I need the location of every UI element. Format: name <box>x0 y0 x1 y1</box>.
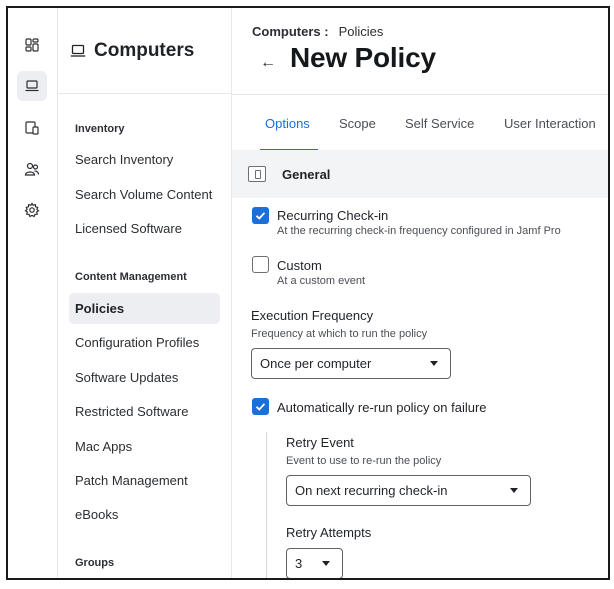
breadcrumb-parent[interactable]: Computers : <box>252 24 329 39</box>
users-icon <box>24 162 40 176</box>
retry-event-value: On next recurring check-in <box>295 483 448 498</box>
checkmark-icon <box>255 403 266 411</box>
icon-rail <box>8 8 58 578</box>
chevron-down-icon <box>510 488 518 493</box>
retry-event-label: Retry Event <box>286 435 354 450</box>
rerun-on-failure-checkbox[interactable] <box>252 398 269 415</box>
laptop-icon <box>25 80 39 92</box>
sidebar-item-restricted-software[interactable]: Restricted Software <box>69 396 220 427</box>
recurring-checkin-description: At the recurring check-in frequency conf… <box>277 225 561 237</box>
chevron-down-icon <box>430 361 438 366</box>
sidebar-item-search-volume-content[interactable]: Search Volume Content <box>69 179 220 210</box>
devices-icon <box>25 121 39 135</box>
tab-bar: Options Scope Self Service User Interact… <box>232 94 608 151</box>
nested-options-guide <box>266 432 267 578</box>
sidebar-item-licensed-software[interactable]: Licensed Software <box>69 213 220 244</box>
custom-event-checkbox[interactable] <box>252 256 269 273</box>
recurring-checkin-checkbox[interactable] <box>252 207 269 224</box>
retry-event-select[interactable]: On next recurring check-in <box>286 475 531 506</box>
execution-frequency-value: Once per computer <box>260 356 372 371</box>
breadcrumb-current: Policies <box>338 24 384 39</box>
rail-devices-button[interactable] <box>17 113 47 143</box>
sidebar-item-search-inventory[interactable]: Search Inventory <box>69 144 220 175</box>
laptop-icon <box>70 44 86 57</box>
tab-user-interaction[interactable]: User Interaction <box>504 116 596 131</box>
tab-self-service[interactable]: Self Service <box>405 116 474 131</box>
execution-frequency-label: Execution Frequency <box>251 308 374 323</box>
rail-computers-button[interactable] <box>17 71 47 101</box>
main-content: Computers : Policies ← New Policy Options… <box>232 8 608 578</box>
sidebar-item-patch-management[interactable]: Patch Management <box>69 465 220 496</box>
checkmark-icon <box>255 212 266 220</box>
sidebar-heading-groups: Groups <box>75 557 115 569</box>
sidebar-item-mac-apps[interactable]: Mac Apps <box>69 431 220 462</box>
custom-event-label: Custom <box>277 258 322 273</box>
sidebar-heading-content-management: Content Management <box>75 271 187 283</box>
retry-attempts-value: 3 <box>295 556 303 571</box>
sidebar-header: Computers <box>58 8 231 94</box>
sidebar-item-ebooks[interactable]: eBooks <box>69 499 220 530</box>
sidebar-item-policies[interactable]: Policies <box>69 293 220 324</box>
gear-icon <box>24 202 40 218</box>
section-sidebar: Computers Inventory Search Inventory Sea… <box>58 8 232 578</box>
dashboard-icon <box>25 38 39 52</box>
back-arrow-icon[interactable]: ← <box>260 54 276 72</box>
execution-frequency-description: Frequency at which to run the policy <box>251 328 428 340</box>
general-payload-icon <box>248 166 266 182</box>
custom-event-description: At a custom event <box>277 275 366 287</box>
page-title: New Policy <box>290 42 436 73</box>
breadcrumb: Computers : Policies <box>252 24 383 39</box>
recurring-checkin-label: Recurring Check-in <box>277 208 389 223</box>
sidebar-item-software-updates[interactable]: Software Updates <box>69 362 220 393</box>
app-window: Computers Inventory Search Inventory Sea… <box>6 6 610 580</box>
chevron-down-icon <box>322 561 330 566</box>
execution-frequency-select[interactable]: Once per computer <box>251 348 451 379</box>
sidebar-item-configuration-profiles[interactable]: Configuration Profiles <box>69 327 220 358</box>
tab-options[interactable]: Options <box>265 116 310 131</box>
rail-dashboard-button[interactable] <box>17 30 47 60</box>
sidebar-title: Computers <box>94 39 195 61</box>
retry-event-description: Event to use to re-run the policy <box>286 455 442 467</box>
rail-users-button[interactable] <box>17 154 47 184</box>
general-section-title: General <box>282 167 331 182</box>
retry-attempts-label: Retry Attempts <box>286 525 372 540</box>
rail-settings-button[interactable] <box>17 195 47 225</box>
sidebar-heading-inventory: Inventory <box>75 123 125 135</box>
general-section-header[interactable]: General <box>232 150 608 198</box>
rerun-on-failure-label: Automatically re-run policy on failure <box>277 400 487 415</box>
tab-scope[interactable]: Scope <box>339 116 376 131</box>
retry-attempts-select[interactable]: 3 <box>286 548 343 578</box>
